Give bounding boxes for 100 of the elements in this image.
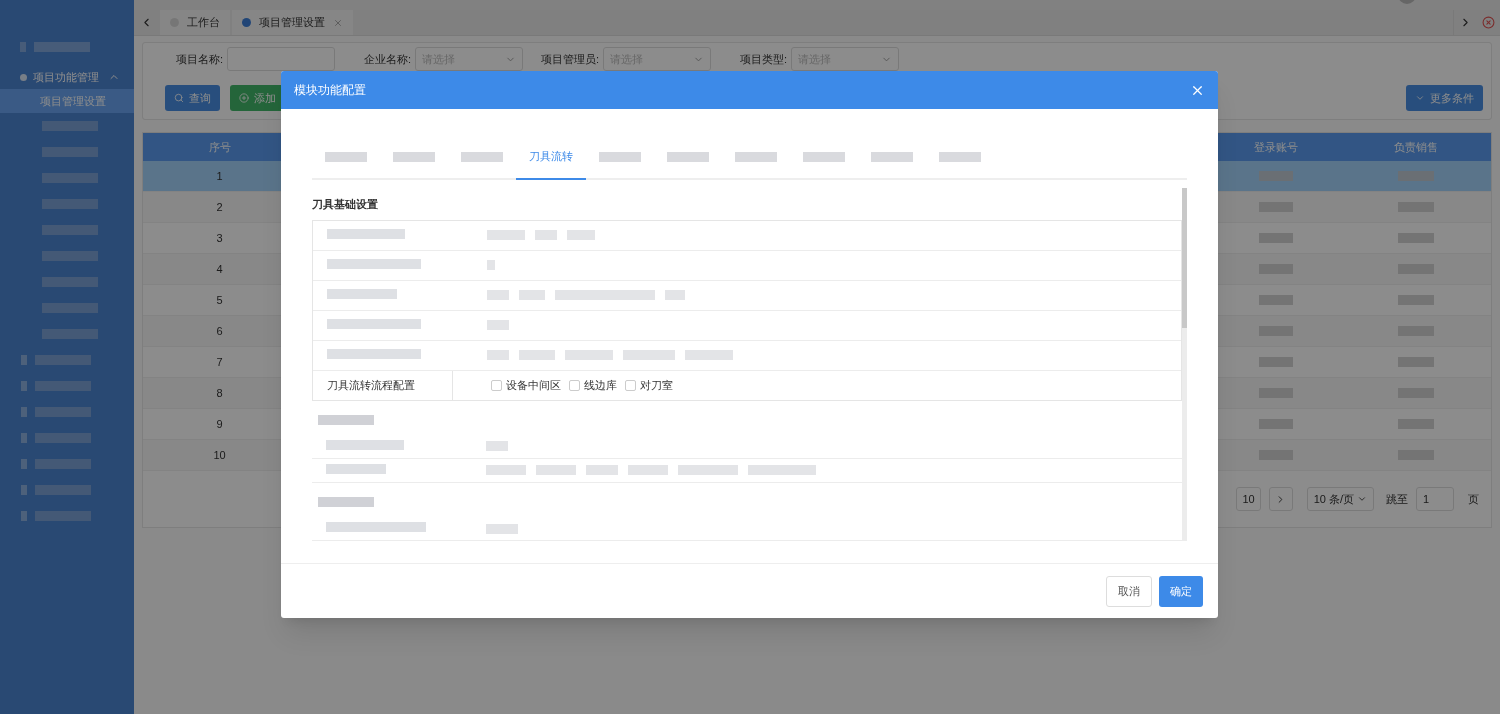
blurred-text <box>326 464 386 474</box>
page-tab[interactable]: 工作台 <box>160 10 230 35</box>
search-button[interactable]: 查询 <box>165 85 220 111</box>
chevron-down-icon <box>1415 93 1425 103</box>
blurred-text <box>35 511 91 521</box>
blurred-text <box>487 350 509 360</box>
option-checkbox[interactable]: 设备中间区 <box>491 376 561 394</box>
blurred-text <box>35 355 91 365</box>
blurred-text <box>735 151 777 162</box>
next-page-button[interactable] <box>1268 487 1293 511</box>
search-icon <box>174 93 184 103</box>
confirm-button[interactable]: 确定 <box>1159 575 1203 607</box>
filter-label: 项目管理员: <box>541 51 600 67</box>
jump-label: 跳至 <box>1386 491 1408 507</box>
blurred-text <box>42 251 98 261</box>
filter-label: 项目类型: <box>739 51 788 67</box>
blurred-text <box>21 355 27 365</box>
blurred-text <box>1259 295 1293 305</box>
filter-label: 企业名称: <box>362 51 411 67</box>
blurred-text <box>487 320 509 330</box>
page-button[interactable]: 10 <box>1236 487 1261 511</box>
blurred-text <box>567 230 595 240</box>
table-cell-text: 3 <box>215 230 224 246</box>
scrollbar[interactable] <box>1182 188 1187 541</box>
page-size-select[interactable]: 10 条/页 <box>1306 487 1374 511</box>
blurred-text <box>487 260 495 270</box>
blurred-text <box>667 151 709 162</box>
blurred-text <box>20 41 26 52</box>
blurred-text <box>1259 357 1293 367</box>
blurred-text <box>486 523 518 534</box>
blurred-text <box>803 151 845 162</box>
blurred-text <box>487 290 509 300</box>
page-suffix: 页 <box>1468 491 1479 507</box>
blurred-text <box>535 230 557 240</box>
option-checkbox[interactable]: 线边库 <box>569 376 617 394</box>
filter-input[interactable] <box>227 47 335 71</box>
blurred-text <box>42 121 98 131</box>
table-cell-text: 8 <box>215 385 224 401</box>
blurred-text <box>665 290 685 300</box>
blurred-text <box>34 41 90 52</box>
blurred-text <box>1398 357 1434 367</box>
blurred-text <box>599 151 641 162</box>
table-cell-text: 6 <box>215 323 224 339</box>
column-header: 负责销售 <box>1393 139 1439 155</box>
section-title: 刀具基础设置 <box>312 197 379 212</box>
blurred-text <box>35 433 91 443</box>
sidebar-item[interactable]: 项目管理设置 <box>0 89 134 113</box>
row-label: 刀具流转流程配置 <box>313 370 453 400</box>
blurred-text <box>318 414 374 425</box>
table-cell-text: 4 <box>215 261 224 277</box>
blurred-text <box>42 147 98 157</box>
dialog-title: 模块功能配置 <box>294 82 367 99</box>
blurred-text <box>623 350 675 360</box>
blurred-text <box>486 441 508 452</box>
table-cell-text: 5 <box>215 292 224 308</box>
blurred-text <box>42 303 98 313</box>
table-cell-text: 2 <box>215 199 224 215</box>
chevron-down-icon <box>1357 494 1367 504</box>
table-cell-text: 9 <box>215 416 224 432</box>
column-header: 登录账号 <box>1253 139 1299 155</box>
table-cell-text: 1 <box>215 168 224 184</box>
page-tab[interactable]: 项目管理设置 <box>232 10 353 35</box>
plus-circle-icon <box>239 93 249 103</box>
blurred-text <box>486 465 526 476</box>
blurred-text <box>42 329 98 339</box>
blurred-text <box>871 151 913 162</box>
blurred-text <box>318 496 374 507</box>
blurred-text <box>487 230 525 240</box>
blurred-text <box>685 350 733 360</box>
blurred-text <box>21 381 27 391</box>
option-checkbox[interactable]: 对刀室 <box>625 376 673 394</box>
blurred-text <box>565 350 613 360</box>
blurred-text <box>461 151 503 162</box>
more-filters-button[interactable]: 更多条件 <box>1406 85 1483 111</box>
jump-input[interactable]: 1 <box>1416 487 1454 511</box>
sidebar-item[interactable]: 项目功能管理 <box>0 65 134 89</box>
blurred-text <box>42 225 98 235</box>
blurred-text <box>35 381 91 391</box>
blurred-text <box>748 465 816 476</box>
blurred-text <box>1398 295 1434 305</box>
blurred-text <box>42 199 98 209</box>
blurred-text <box>35 459 91 469</box>
cancel-button[interactable]: 取消 <box>1106 575 1152 607</box>
column-header: 序号 <box>207 139 232 155</box>
close-icon[interactable] <box>333 17 343 28</box>
blurred-text <box>21 433 27 443</box>
blurred-text <box>939 151 981 162</box>
blurred-text <box>21 511 27 521</box>
blurred-text <box>1398 233 1434 243</box>
table-cell-text: 7 <box>215 354 224 370</box>
close-all-icon[interactable] <box>1482 16 1495 29</box>
blurred-text <box>536 465 576 476</box>
blurred-text <box>519 350 555 360</box>
blurred-text <box>628 465 668 476</box>
blurred-text <box>327 288 397 299</box>
blurred-text <box>393 151 435 162</box>
blurred-text <box>1259 233 1293 243</box>
blurred-text <box>325 151 367 162</box>
dialog-tab[interactable]: 刀具流转 <box>516 135 586 180</box>
blurred-text <box>1259 419 1293 429</box>
